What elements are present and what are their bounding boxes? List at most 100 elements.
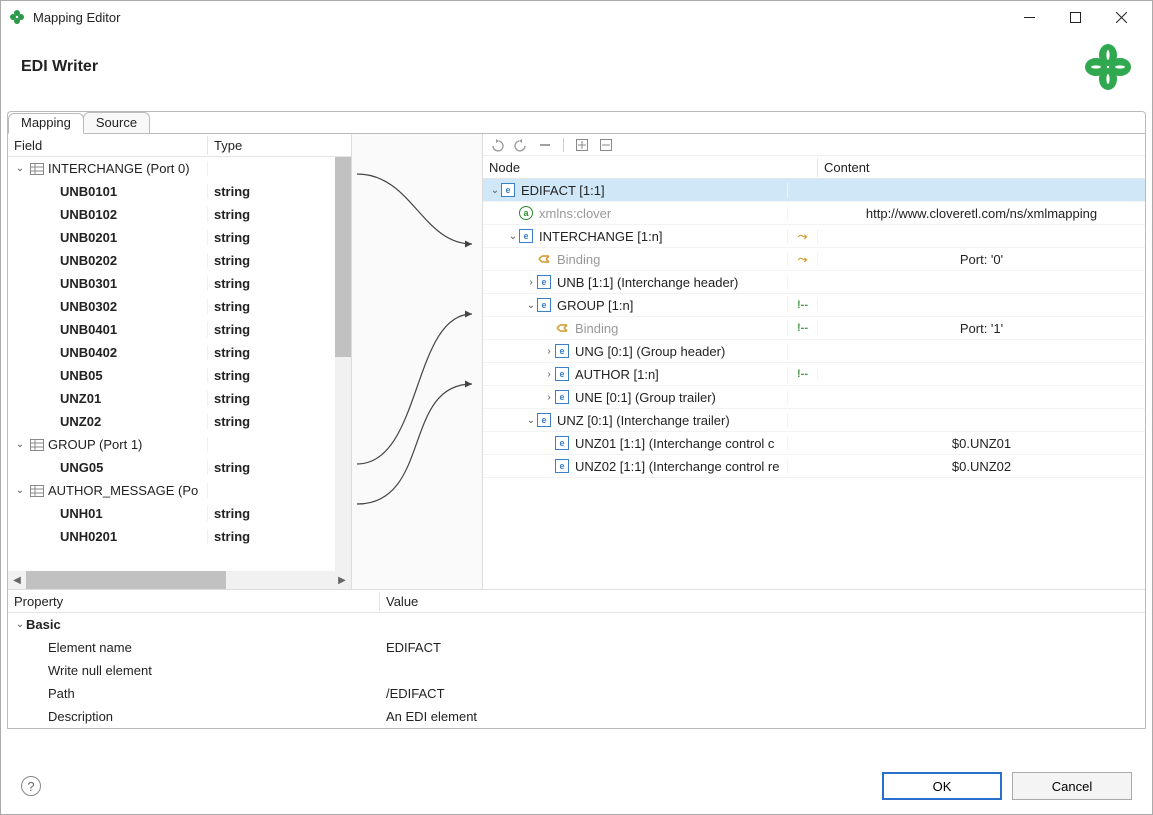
- field-panel: Field Type ⌄INTERCHANGE (Port 0)UNB0101s…: [8, 134, 352, 589]
- field-row[interactable]: UNB0301string: [8, 272, 335, 295]
- node-col-content[interactable]: Content: [818, 158, 1145, 177]
- node-panel: Node Content ⌄eEDIFACT [1:1]axmlns:clove…: [482, 134, 1145, 589]
- field-row[interactable]: UNZ01string: [8, 387, 335, 410]
- field-group-row[interactable]: ⌄GROUP (Port 1): [8, 433, 335, 456]
- node-header: Node Content: [483, 156, 1145, 179]
- ok-button[interactable]: OK: [882, 772, 1002, 800]
- chevron-down-icon[interactable]: ⌄: [14, 163, 26, 174]
- field-row[interactable]: UNH0201string: [8, 525, 335, 548]
- field-row[interactable]: UNB05string: [8, 364, 335, 387]
- binding-marker-icon: ⤳: [798, 229, 808, 244]
- field-col-type[interactable]: Type: [208, 136, 351, 155]
- chevron-right-icon[interactable]: ›: [543, 369, 555, 380]
- field-row[interactable]: UNB0102string: [8, 203, 335, 226]
- collapse-all-icon[interactable]: [598, 137, 614, 153]
- property-row[interactable]: Element name EDIFACT: [8, 636, 1145, 659]
- node-label: UNG [0:1] (Group header): [575, 344, 725, 359]
- property-name: Write null element: [48, 663, 152, 678]
- node-row[interactable]: ⌄eUNZ [0:1] (Interchange trailer): [483, 409, 1145, 432]
- property-value[interactable]: EDIFACT: [380, 640, 1145, 655]
- node-content[interactable]: $0.UNZ01: [818, 436, 1145, 451]
- node-row[interactable]: ›eUNG [0:1] (Group header): [483, 340, 1145, 363]
- node-content[interactable]: Port: '1': [818, 321, 1145, 336]
- field-name: UNB0402: [60, 345, 117, 360]
- maximize-button[interactable]: [1052, 1, 1098, 33]
- node-row[interactable]: eUNZ02 [1:1] (Interchange control re$0.U…: [483, 455, 1145, 478]
- chevron-down-icon[interactable]: ⌄: [14, 439, 26, 450]
- node-content[interactable]: Port: '0': [818, 252, 1145, 267]
- cancel-button[interactable]: Cancel: [1012, 772, 1132, 800]
- prop-col-value[interactable]: Value: [380, 592, 1145, 611]
- horizontal-scrollbar[interactable]: ◀ ▶: [8, 571, 351, 589]
- node-label: AUTHOR [1:n]: [575, 367, 659, 382]
- property-row[interactable]: DescriptionAn EDI element: [8, 705, 1145, 728]
- help-icon[interactable]: ?: [21, 776, 41, 796]
- chevron-down-icon[interactable]: ⌄: [525, 415, 537, 426]
- chevron-right-icon[interactable]: ›: [543, 346, 555, 357]
- chevron-down-icon[interactable]: ⌄: [489, 185, 501, 196]
- field-col-field[interactable]: Field: [8, 136, 208, 155]
- property-panel: Property Value ⌄ Basic Element name EDIFAC…: [8, 589, 1145, 728]
- field-name: UNB0302: [60, 299, 117, 314]
- field-type: string: [208, 414, 335, 429]
- property-name: Element name: [48, 640, 132, 655]
- chevron-down-icon[interactable]: ⌄: [507, 231, 519, 242]
- node-row[interactable]: ⌄eGROUP [1:n]!--: [483, 294, 1145, 317]
- table-icon: [30, 439, 44, 451]
- element-icon: e: [555, 390, 569, 404]
- field-header: Field Type: [8, 134, 351, 157]
- field-row[interactable]: UNZ02string: [8, 410, 335, 433]
- field-row[interactable]: UNB0202string: [8, 249, 335, 272]
- node-row[interactable]: ⌄eINTERCHANGE [1:n]⤳: [483, 225, 1145, 248]
- expand-all-icon[interactable]: [574, 137, 590, 153]
- chevron-down-icon[interactable]: ⌄: [14, 619, 26, 630]
- property-row[interactable]: Path/EDIFACT: [8, 682, 1145, 705]
- vertical-scrollbar[interactable]: [335, 157, 351, 571]
- undo-icon[interactable]: [489, 137, 505, 153]
- redo-icon[interactable]: [513, 137, 529, 153]
- chevron-down-icon[interactable]: ⌄: [525, 300, 537, 311]
- scroll-right-icon[interactable]: ▶: [333, 575, 351, 586]
- close-button[interactable]: [1098, 1, 1144, 33]
- node-row[interactable]: ›eAUTHOR [1:n]!--: [483, 363, 1145, 386]
- property-group-label: Basic: [26, 617, 61, 632]
- property-group-row[interactable]: ⌄ Basic: [8, 613, 1145, 636]
- chevron-down-icon[interactable]: ⌄: [14, 485, 26, 496]
- field-row[interactable]: UNB0401string: [8, 318, 335, 341]
- chevron-right-icon[interactable]: ›: [525, 277, 537, 288]
- tab-mapping[interactable]: Mapping: [8, 113, 84, 134]
- property-value[interactable]: /EDIFACT: [380, 686, 1145, 701]
- field-name: UNH0201: [60, 529, 117, 544]
- node-toolbar: [483, 134, 1145, 156]
- node-row[interactable]: ›eUNB [1:1] (Interchange header): [483, 271, 1145, 294]
- field-row[interactable]: UNG05string: [8, 456, 335, 479]
- remove-icon[interactable]: [537, 137, 553, 153]
- property-value[interactable]: An EDI element: [380, 709, 1145, 724]
- field-name: UNB0401: [60, 322, 117, 337]
- node-row[interactable]: ›eUNE [0:1] (Group trailer): [483, 386, 1145, 409]
- node-row[interactable]: Binding⤳Port: '0': [483, 248, 1145, 271]
- node-row[interactable]: axmlns:cloverhttp://www.cloveretl.com/ns…: [483, 202, 1145, 225]
- tab-source[interactable]: Source: [83, 112, 150, 133]
- node-row[interactable]: Binding!--Port: '1': [483, 317, 1145, 340]
- node-row[interactable]: ⌄eEDIFACT [1:1]: [483, 179, 1145, 202]
- field-row[interactable]: UNH01string: [8, 502, 335, 525]
- field-name: UNB0102: [60, 207, 117, 222]
- app-icon: [9, 9, 25, 25]
- prop-col-property[interactable]: Property: [8, 592, 380, 611]
- field-row[interactable]: UNB0302string: [8, 295, 335, 318]
- field-group-row[interactable]: ⌄INTERCHANGE (Port 0): [8, 157, 335, 180]
- field-row[interactable]: UNB0101string: [8, 180, 335, 203]
- node-content[interactable]: $0.UNZ02: [818, 459, 1145, 474]
- field-row[interactable]: UNB0201string: [8, 226, 335, 249]
- minimize-button[interactable]: [1006, 1, 1052, 33]
- node-row[interactable]: eUNZ01 [1:1] (Interchange control c$0.UN…: [483, 432, 1145, 455]
- node-content[interactable]: http://www.cloveretl.com/ns/xmlmapping: [818, 206, 1145, 221]
- node-col-node[interactable]: Node: [483, 158, 818, 177]
- scroll-left-icon[interactable]: ◀: [8, 575, 26, 586]
- field-group-row[interactable]: ⌄AUTHOR_MESSAGE (Po: [8, 479, 335, 502]
- property-row[interactable]: Write null element: [8, 659, 1145, 682]
- clover-logo-icon: [1084, 43, 1132, 91]
- chevron-right-icon[interactable]: ›: [543, 392, 555, 403]
- field-row[interactable]: UNB0402string: [8, 341, 335, 364]
